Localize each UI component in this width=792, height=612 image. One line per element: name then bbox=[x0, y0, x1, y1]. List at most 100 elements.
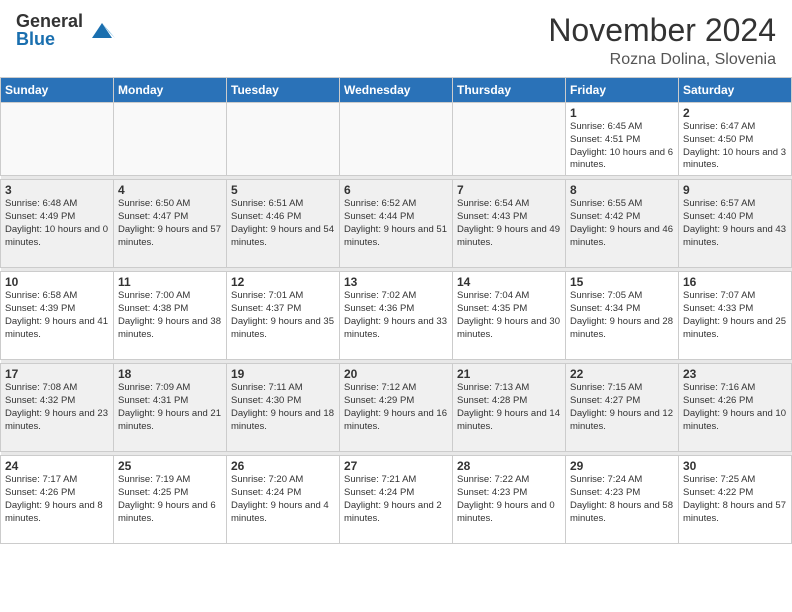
day-number: 26 bbox=[231, 459, 335, 473]
calendar-cell: 7Sunrise: 6:54 AM Sunset: 4:43 PM Daylig… bbox=[453, 180, 566, 268]
weekday-header-monday: Monday bbox=[114, 78, 227, 103]
day-info: Sunrise: 6:58 AM Sunset: 4:39 PM Dayligh… bbox=[5, 290, 109, 341]
calendar-cell: 8Sunrise: 6:55 AM Sunset: 4:42 PM Daylig… bbox=[566, 180, 679, 268]
day-number: 24 bbox=[5, 459, 109, 473]
calendar-week-2: 3Sunrise: 6:48 AM Sunset: 4:49 PM Daylig… bbox=[1, 180, 792, 268]
day-number: 15 bbox=[570, 275, 674, 289]
day-number: 28 bbox=[457, 459, 561, 473]
weekday-header-saturday: Saturday bbox=[679, 78, 792, 103]
calendar-cell bbox=[114, 103, 227, 176]
weekday-header-wednesday: Wednesday bbox=[340, 78, 453, 103]
location: Rozna Dolina, Slovenia bbox=[548, 51, 776, 69]
logo: General Blue bbox=[16, 12, 117, 48]
day-number: 20 bbox=[344, 367, 448, 381]
day-info: Sunrise: 6:55 AM Sunset: 4:42 PM Dayligh… bbox=[570, 198, 674, 249]
day-info: Sunrise: 7:13 AM Sunset: 4:28 PM Dayligh… bbox=[457, 382, 561, 433]
calendar-cell: 29Sunrise: 7:24 AM Sunset: 4:23 PM Dayli… bbox=[566, 456, 679, 544]
weekday-header-friday: Friday bbox=[566, 78, 679, 103]
day-info: Sunrise: 6:48 AM Sunset: 4:49 PM Dayligh… bbox=[5, 198, 109, 249]
calendar-cell: 23Sunrise: 7:16 AM Sunset: 4:26 PM Dayli… bbox=[679, 364, 792, 452]
calendar-cell: 3Sunrise: 6:48 AM Sunset: 4:49 PM Daylig… bbox=[1, 180, 114, 268]
day-number: 29 bbox=[570, 459, 674, 473]
calendar-cell: 26Sunrise: 7:20 AM Sunset: 4:24 PM Dayli… bbox=[227, 456, 340, 544]
day-number: 9 bbox=[683, 183, 787, 197]
day-info: Sunrise: 7:07 AM Sunset: 4:33 PM Dayligh… bbox=[683, 290, 787, 341]
calendar-cell bbox=[227, 103, 340, 176]
day-number: 16 bbox=[683, 275, 787, 289]
calendar-table: SundayMondayTuesdayWednesdayThursdayFrid… bbox=[0, 77, 792, 544]
calendar-cell: 30Sunrise: 7:25 AM Sunset: 4:22 PM Dayli… bbox=[679, 456, 792, 544]
day-info: Sunrise: 7:25 AM Sunset: 4:22 PM Dayligh… bbox=[683, 474, 787, 525]
day-number: 23 bbox=[683, 367, 787, 381]
day-info: Sunrise: 6:47 AM Sunset: 4:50 PM Dayligh… bbox=[683, 121, 787, 172]
day-number: 11 bbox=[118, 275, 222, 289]
calendar-cell: 18Sunrise: 7:09 AM Sunset: 4:31 PM Dayli… bbox=[114, 364, 227, 452]
day-number: 4 bbox=[118, 183, 222, 197]
day-number: 18 bbox=[118, 367, 222, 381]
day-number: 2 bbox=[683, 106, 787, 120]
day-number: 27 bbox=[344, 459, 448, 473]
calendar-week-4: 17Sunrise: 7:08 AM Sunset: 4:32 PM Dayli… bbox=[1, 364, 792, 452]
calendar-cell: 15Sunrise: 7:05 AM Sunset: 4:34 PM Dayli… bbox=[566, 272, 679, 360]
calendar-cell: 17Sunrise: 7:08 AM Sunset: 4:32 PM Dayli… bbox=[1, 364, 114, 452]
logo-general: General bbox=[16, 12, 83, 30]
day-info: Sunrise: 6:45 AM Sunset: 4:51 PM Dayligh… bbox=[570, 121, 674, 172]
day-number: 6 bbox=[344, 183, 448, 197]
calendar-cell: 19Sunrise: 7:11 AM Sunset: 4:30 PM Dayli… bbox=[227, 364, 340, 452]
calendar-cell: 12Sunrise: 7:01 AM Sunset: 4:37 PM Dayli… bbox=[227, 272, 340, 360]
weekday-header-sunday: Sunday bbox=[1, 78, 114, 103]
calendar-cell: 16Sunrise: 7:07 AM Sunset: 4:33 PM Dayli… bbox=[679, 272, 792, 360]
day-info: Sunrise: 7:21 AM Sunset: 4:24 PM Dayligh… bbox=[344, 474, 448, 525]
day-number: 14 bbox=[457, 275, 561, 289]
calendar-cell: 14Sunrise: 7:04 AM Sunset: 4:35 PM Dayli… bbox=[453, 272, 566, 360]
calendar-cell: 28Sunrise: 7:22 AM Sunset: 4:23 PM Dayli… bbox=[453, 456, 566, 544]
weekday-header-row: SundayMondayTuesdayWednesdayThursdayFrid… bbox=[1, 78, 792, 103]
calendar-cell: 1Sunrise: 6:45 AM Sunset: 4:51 PM Daylig… bbox=[566, 103, 679, 176]
weekday-header-tuesday: Tuesday bbox=[227, 78, 340, 103]
day-info: Sunrise: 7:24 AM Sunset: 4:23 PM Dayligh… bbox=[570, 474, 674, 525]
day-info: Sunrise: 7:01 AM Sunset: 4:37 PM Dayligh… bbox=[231, 290, 335, 341]
day-info: Sunrise: 7:17 AM Sunset: 4:26 PM Dayligh… bbox=[5, 474, 109, 525]
day-info: Sunrise: 7:22 AM Sunset: 4:23 PM Dayligh… bbox=[457, 474, 561, 525]
calendar-cell bbox=[1, 103, 114, 176]
logo-blue: Blue bbox=[16, 30, 83, 48]
day-info: Sunrise: 6:54 AM Sunset: 4:43 PM Dayligh… bbox=[457, 198, 561, 249]
day-number: 30 bbox=[683, 459, 787, 473]
calendar-week-3: 10Sunrise: 6:58 AM Sunset: 4:39 PM Dayli… bbox=[1, 272, 792, 360]
day-info: Sunrise: 7:12 AM Sunset: 4:29 PM Dayligh… bbox=[344, 382, 448, 433]
calendar-cell: 22Sunrise: 7:15 AM Sunset: 4:27 PM Dayli… bbox=[566, 364, 679, 452]
calendar-week-1: 1Sunrise: 6:45 AM Sunset: 4:51 PM Daylig… bbox=[1, 103, 792, 176]
day-info: Sunrise: 6:50 AM Sunset: 4:47 PM Dayligh… bbox=[118, 198, 222, 249]
day-number: 21 bbox=[457, 367, 561, 381]
calendar-cell: 25Sunrise: 7:19 AM Sunset: 4:25 PM Dayli… bbox=[114, 456, 227, 544]
day-info: Sunrise: 7:11 AM Sunset: 4:30 PM Dayligh… bbox=[231, 382, 335, 433]
day-number: 5 bbox=[231, 183, 335, 197]
calendar-cell bbox=[453, 103, 566, 176]
day-info: Sunrise: 7:20 AM Sunset: 4:24 PM Dayligh… bbox=[231, 474, 335, 525]
calendar-week-5: 24Sunrise: 7:17 AM Sunset: 4:26 PM Dayli… bbox=[1, 456, 792, 544]
day-info: Sunrise: 7:04 AM Sunset: 4:35 PM Dayligh… bbox=[457, 290, 561, 341]
calendar-cell: 24Sunrise: 7:17 AM Sunset: 4:26 PM Dayli… bbox=[1, 456, 114, 544]
calendar-cell: 20Sunrise: 7:12 AM Sunset: 4:29 PM Dayli… bbox=[340, 364, 453, 452]
day-info: Sunrise: 7:19 AM Sunset: 4:25 PM Dayligh… bbox=[118, 474, 222, 525]
day-info: Sunrise: 7:08 AM Sunset: 4:32 PM Dayligh… bbox=[5, 382, 109, 433]
title-block: November 2024 Rozna Dolina, Slovenia bbox=[548, 12, 776, 69]
calendar-cell: 13Sunrise: 7:02 AM Sunset: 4:36 PM Dayli… bbox=[340, 272, 453, 360]
calendar-cell: 4Sunrise: 6:50 AM Sunset: 4:47 PM Daylig… bbox=[114, 180, 227, 268]
calendar-cell: 9Sunrise: 6:57 AM Sunset: 4:40 PM Daylig… bbox=[679, 180, 792, 268]
day-info: Sunrise: 6:57 AM Sunset: 4:40 PM Dayligh… bbox=[683, 198, 787, 249]
day-number: 17 bbox=[5, 367, 109, 381]
calendar-cell: 10Sunrise: 6:58 AM Sunset: 4:39 PM Dayli… bbox=[1, 272, 114, 360]
day-number: 10 bbox=[5, 275, 109, 289]
day-info: Sunrise: 6:51 AM Sunset: 4:46 PM Dayligh… bbox=[231, 198, 335, 249]
calendar-cell: 21Sunrise: 7:13 AM Sunset: 4:28 PM Dayli… bbox=[453, 364, 566, 452]
day-number: 19 bbox=[231, 367, 335, 381]
logo-icon bbox=[87, 18, 117, 42]
calendar-cell: 11Sunrise: 7:00 AM Sunset: 4:38 PM Dayli… bbox=[114, 272, 227, 360]
page-header: General Blue November 2024 Rozna Dolina,… bbox=[0, 0, 792, 77]
month-title: November 2024 bbox=[548, 12, 776, 49]
day-info: Sunrise: 7:00 AM Sunset: 4:38 PM Dayligh… bbox=[118, 290, 222, 341]
day-number: 12 bbox=[231, 275, 335, 289]
day-number: 13 bbox=[344, 275, 448, 289]
calendar-cell: 5Sunrise: 6:51 AM Sunset: 4:46 PM Daylig… bbox=[227, 180, 340, 268]
